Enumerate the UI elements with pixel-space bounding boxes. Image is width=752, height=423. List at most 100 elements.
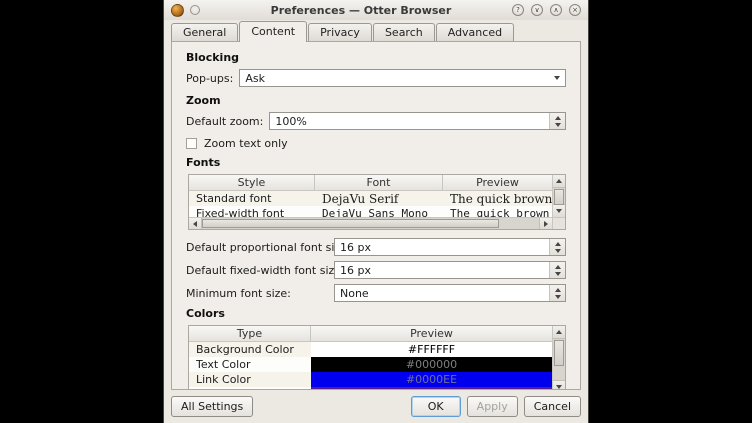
cancel-button[interactable]: Cancel xyxy=(524,396,581,417)
window-controls: ? ∨ ∧ × xyxy=(512,4,581,16)
colors-table-header: Type Preview xyxy=(189,326,552,342)
fonts-vertical-scrollbar[interactable] xyxy=(552,175,565,217)
zoom-section-title: Zoom xyxy=(186,94,566,107)
colors-vertical-scrollbar[interactable] xyxy=(552,326,565,390)
proportional-font-size-value: 16 px xyxy=(335,239,549,255)
fonts-horizontal-scrollbar[interactable] xyxy=(189,217,552,229)
colors-table-body: Background Color#FFFFFFText Color#000000… xyxy=(189,342,552,390)
spin-up-icon[interactable] xyxy=(555,288,561,292)
fixed-width-font-size-label: Default fixed-width font size: xyxy=(186,264,334,277)
popups-combobox[interactable]: Ask xyxy=(239,69,566,87)
proportional-font-size-spinbox[interactable]: 16 px xyxy=(334,238,566,256)
default-zoom-spin-buttons[interactable] xyxy=(549,113,565,129)
otter-browser-icon xyxy=(171,4,184,17)
titlebar[interactable]: Preferences — Otter Browser ? ∨ ∧ × xyxy=(164,0,588,20)
default-zoom-row: Default zoom: 100% xyxy=(186,112,566,130)
close-icon[interactable]: × xyxy=(569,4,581,16)
scrollbar-thumb[interactable] xyxy=(202,219,499,228)
fonts-header-preview[interactable]: Preview xyxy=(443,175,552,191)
spin-up-icon[interactable] xyxy=(555,116,561,120)
scroll-left-icon[interactable] xyxy=(189,218,202,229)
table-row[interactable]: Text Color#000000 xyxy=(189,357,552,372)
scroll-up-icon[interactable] xyxy=(553,175,565,188)
scrollbar-thumb[interactable] xyxy=(554,340,564,366)
tabbar: GeneralContentPrivacySearchAdvanced xyxy=(164,20,588,41)
table-row[interactable]: Standard fontDejaVu SerifThe quick brown… xyxy=(189,191,552,206)
default-zoom-spinbox[interactable]: 100% xyxy=(269,112,566,130)
tab-search[interactable]: Search xyxy=(373,23,435,41)
ok-button[interactable]: OK xyxy=(411,396,461,417)
minimum-font-size-label: Minimum font size: xyxy=(186,287,334,300)
scroll-down-icon[interactable] xyxy=(553,204,565,217)
fonts-section-title: Fonts xyxy=(186,156,566,169)
spin-down-icon[interactable] xyxy=(555,249,561,253)
fonts-cell-preview: The quick brown fox xyxy=(443,191,552,206)
spin-up-icon[interactable] xyxy=(555,265,561,269)
default-zoom-label: Default zoom: xyxy=(186,115,263,128)
popups-label: Pop-ups: xyxy=(186,72,233,85)
fixed-width-font-size-row: Default fixed-width font size: 16 px xyxy=(186,261,566,279)
shade-icon[interactable]: ∨ xyxy=(531,4,543,16)
scrollbar-corner xyxy=(552,217,565,229)
color-swatch: #000000 xyxy=(311,357,552,372)
zoom-text-only-label: Zoom text only xyxy=(204,137,288,150)
colors-cell-type: Background Color xyxy=(189,342,311,357)
popups-dropdown-button[interactable] xyxy=(549,70,565,86)
desktop-background: Preferences — Otter Browser ? ∨ ∧ × Gene… xyxy=(0,0,752,423)
table-row[interactable]: Link Color#0000EE xyxy=(189,372,552,387)
tab-content[interactable]: Content xyxy=(239,21,307,42)
table-row[interactable]: Background Color#FFFFFF xyxy=(189,342,552,357)
zoom-text-only-checkbox[interactable] xyxy=(186,138,197,149)
scroll-right-icon[interactable] xyxy=(539,218,552,229)
colors-cell-type: Link Color xyxy=(189,372,311,387)
fonts-header-font[interactable]: Font xyxy=(315,175,443,191)
chevron-down-icon xyxy=(554,76,560,80)
table-row[interactable]: Visited Link Color#551A8B xyxy=(189,387,552,390)
color-swatch: #FFFFFF xyxy=(311,342,552,357)
fonts-table-header: Style Font Preview xyxy=(189,175,552,191)
popups-value: Ask xyxy=(240,70,549,86)
keep-above-button[interactable] xyxy=(190,5,200,15)
colors-cell-type: Text Color xyxy=(189,357,311,372)
scroll-up-icon[interactable] xyxy=(553,326,565,339)
spin-down-icon[interactable] xyxy=(555,123,561,127)
blocking-section-title: Blocking xyxy=(186,51,566,64)
spin-buttons[interactable] xyxy=(549,285,565,301)
default-zoom-value: 100% xyxy=(270,113,549,129)
fonts-header-style[interactable]: Style xyxy=(189,175,315,191)
scrollbar-thumb[interactable] xyxy=(554,189,564,205)
zoom-text-only-row: Zoom text only xyxy=(186,137,566,150)
fixed-width-font-size-spinbox[interactable]: 16 px xyxy=(334,261,566,279)
color-swatch: #0000EE xyxy=(311,372,552,387)
spin-down-icon[interactable] xyxy=(555,272,561,276)
scroll-down-icon[interactable] xyxy=(553,380,565,390)
popups-row: Pop-ups: Ask xyxy=(186,69,566,87)
minimum-font-size-value: None xyxy=(335,285,549,301)
spin-buttons[interactable] xyxy=(549,239,565,255)
unshade-icon[interactable]: ∧ xyxy=(550,4,562,16)
tab-advanced[interactable]: Advanced xyxy=(436,23,514,41)
window-title: Preferences — Otter Browser xyxy=(224,4,498,17)
colors-header-type[interactable]: Type xyxy=(189,326,311,342)
spin-up-icon[interactable] xyxy=(555,242,561,246)
minimum-font-size-spinbox[interactable]: None xyxy=(334,284,566,302)
dialog-footer: All Settings OK Apply Cancel xyxy=(164,390,588,423)
colors-section-title: Colors xyxy=(186,307,566,320)
colors-cell-type: Visited Link Color xyxy=(189,387,311,390)
content-tab-pane: Blocking Pop-ups: Ask Zoom Default zoom:… xyxy=(171,41,581,390)
preferences-dialog: Preferences — Otter Browser ? ∨ ∧ × Gene… xyxy=(163,0,589,423)
apply-button[interactable]: Apply xyxy=(467,396,518,417)
fonts-cell-style: Standard font xyxy=(189,191,315,206)
tab-general[interactable]: General xyxy=(171,23,238,41)
help-icon[interactable]: ? xyxy=(512,4,524,16)
color-swatch: #551A8B xyxy=(311,387,552,390)
spin-down-icon[interactable] xyxy=(555,295,561,299)
fonts-table: Style Font Preview Standard fontDejaVu S… xyxy=(188,174,566,230)
spin-buttons[interactable] xyxy=(549,262,565,278)
all-settings-button[interactable]: All Settings xyxy=(171,396,253,417)
fonts-cell-font: DejaVu Serif xyxy=(315,191,443,206)
proportional-font-size-label: Default proportional font size: xyxy=(186,241,334,254)
proportional-font-size-row: Default proportional font size: 16 px xyxy=(186,238,566,256)
colors-header-preview[interactable]: Preview xyxy=(311,326,552,342)
tab-privacy[interactable]: Privacy xyxy=(308,23,372,41)
